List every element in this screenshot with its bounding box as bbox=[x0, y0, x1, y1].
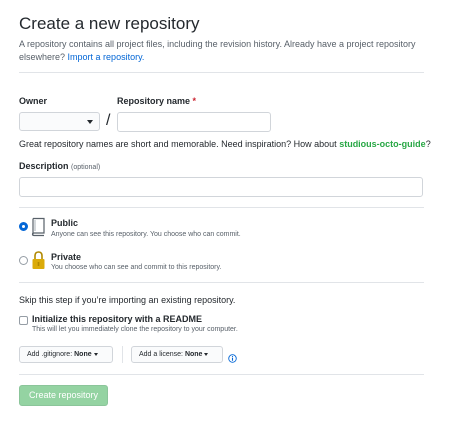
readme-description: This will let you immediately clone the … bbox=[32, 326, 238, 333]
info-icon[interactable] bbox=[228, 350, 237, 363]
suggested-name-link[interactable]: studious-octo-guide bbox=[339, 139, 426, 149]
chevron-down-icon bbox=[87, 120, 93, 124]
chevron-down-icon bbox=[204, 352, 209, 356]
license-label: Add a license: bbox=[139, 351, 183, 358]
description-label: Description (optional) bbox=[19, 161, 100, 171]
repo-book-icon bbox=[30, 217, 47, 237]
description-label-text: Description bbox=[19, 161, 69, 171]
description-input[interactable] bbox=[19, 177, 423, 197]
private-title: Private bbox=[51, 252, 82, 262]
readme-title: Initialize this repository with a README bbox=[32, 314, 203, 324]
public-description: Anyone can see this repository. You choo… bbox=[51, 231, 241, 238]
import-repository-link[interactable]: Import a repository. bbox=[68, 52, 145, 62]
divider bbox=[19, 374, 424, 375]
divider bbox=[19, 282, 424, 283]
divider bbox=[19, 72, 424, 73]
private-description: You choose who can see and commit to thi… bbox=[51, 264, 222, 271]
name-hint-text: Great repository names are short and mem… bbox=[19, 139, 337, 149]
button-divider bbox=[122, 346, 123, 363]
license-value: None bbox=[184, 351, 203, 358]
name-hint-end: ? bbox=[425, 139, 431, 149]
divider bbox=[19, 207, 424, 208]
gitignore-select-button[interactable]: Add .gitignore: None bbox=[19, 346, 113, 363]
gitignore-value: None bbox=[74, 351, 92, 358]
gitignore-label: Add .gitignore: bbox=[27, 351, 73, 358]
owner-select[interactable] bbox=[19, 112, 100, 131]
repository-name-label: Repository name * bbox=[117, 96, 196, 106]
page-subtitle: A repository contains all project files,… bbox=[19, 38, 439, 64]
owner-label: Owner bbox=[19, 96, 48, 106]
page-title: Create a new repository bbox=[19, 14, 200, 33]
required-mark: * bbox=[192, 96, 197, 106]
private-radio[interactable] bbox=[19, 256, 28, 265]
name-hint: Great repository names are short and mem… bbox=[19, 139, 459, 149]
lock-icon bbox=[30, 250, 47, 270]
public-title: Public bbox=[51, 218, 79, 228]
owner-repo-separator: / bbox=[106, 112, 111, 129]
license-select-button[interactable]: Add a license: None bbox=[131, 346, 223, 363]
public-radio[interactable] bbox=[19, 222, 28, 231]
skip-note: Skip this step if you’re importing an ex… bbox=[19, 295, 236, 305]
readme-checkbox[interactable] bbox=[19, 316, 28, 325]
chevron-down-icon bbox=[93, 352, 98, 356]
repository-name-input[interactable] bbox=[117, 112, 271, 132]
repository-name-label-text: Repository name bbox=[117, 96, 191, 106]
create-repository-button[interactable]: Create repository bbox=[19, 385, 108, 406]
optional-text: (optional) bbox=[71, 164, 101, 171]
